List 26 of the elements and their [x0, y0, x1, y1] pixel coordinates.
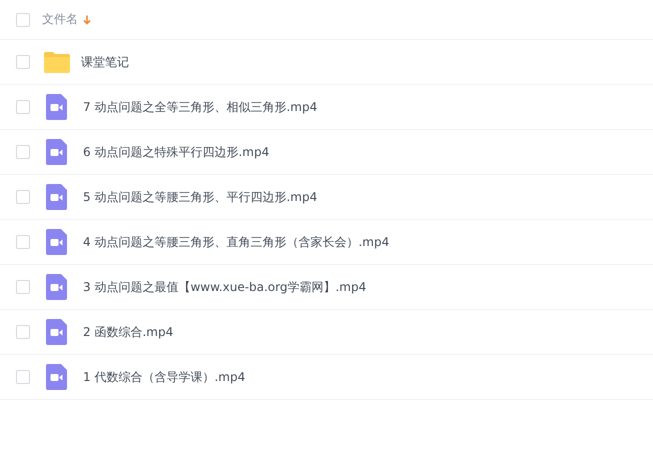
- select-all-checkbox[interactable]: [16, 12, 30, 26]
- file-name[interactable]: 1 代数综合（含导学课）.mp4: [83, 368, 246, 386]
- video-file-icon: [46, 364, 67, 390]
- video-file-icon: [46, 229, 67, 255]
- row-checkbox[interactable]: [16, 100, 30, 114]
- video-file-icon: [46, 319, 67, 345]
- file-name[interactable]: 4 动点问题之等腰三角形、直角三角形（含家长会）.mp4: [83, 234, 390, 250]
- file-name[interactable]: 5 动点问题之等腰三角形、平行四边形.mp4: [83, 188, 318, 206]
- file-name[interactable]: 课堂笔记: [81, 54, 129, 70]
- row-checkbox[interactable]: [16, 55, 30, 69]
- row-checkbox[interactable]: [16, 145, 30, 159]
- sort-down-arrow-icon[interactable]: [83, 14, 91, 24]
- video-file-icon: [46, 274, 67, 300]
- row-checkbox[interactable]: [16, 370, 30, 384]
- file-name[interactable]: 3 动点问题之最值【www.xue-ba.org学霸网】.mp4: [83, 278, 366, 296]
- file-name[interactable]: 6 动点问题之特殊平行四边形.mp4: [83, 144, 270, 160]
- video-file-icon: [46, 139, 67, 165]
- row-checkbox[interactable]: [16, 280, 30, 294]
- video-file-icon: [46, 184, 67, 210]
- row-checkbox[interactable]: [16, 190, 30, 204]
- row-checkbox[interactable]: [16, 235, 30, 249]
- file-name[interactable]: 2 函数综合.mp4: [83, 324, 174, 340]
- file-name[interactable]: 7 动点问题之全等三角形、相似三角形.mp4: [83, 98, 318, 116]
- video-file-icon: [46, 94, 67, 120]
- row-checkbox[interactable]: [16, 325, 30, 339]
- folder-icon: [44, 52, 70, 72]
